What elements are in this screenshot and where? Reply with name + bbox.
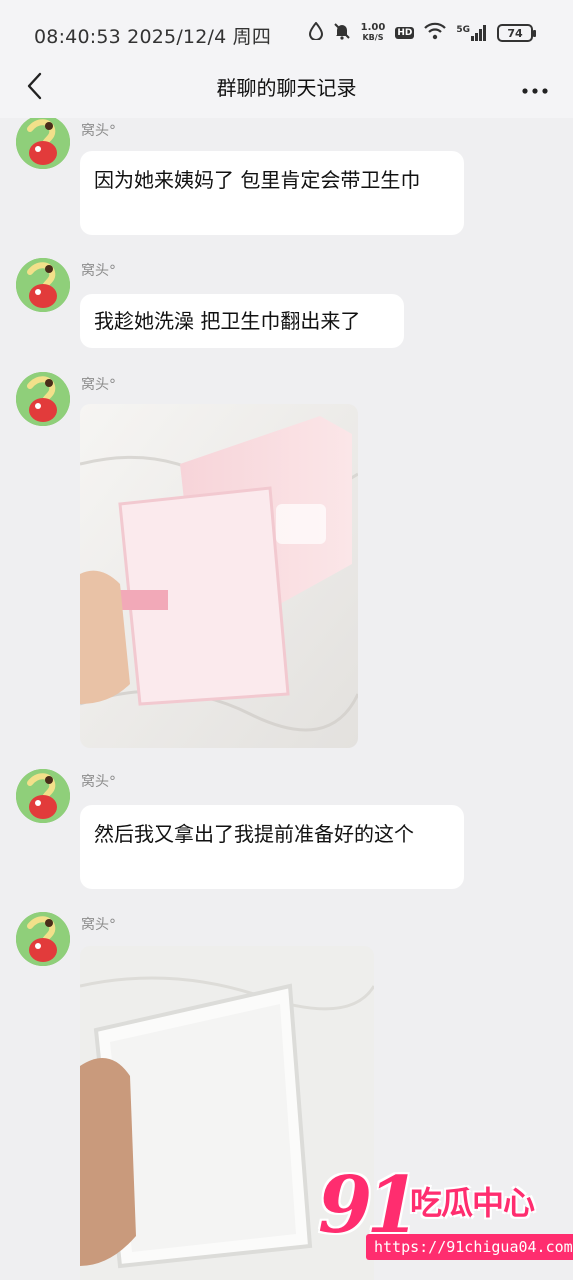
avatar[interactable] (16, 372, 70, 426)
status-bar: 08:40:53 2025/12/4 周四 1.00 KB/S HD 5G 74 (0, 0, 573, 66)
sender-name: 窝头° (81, 263, 116, 279)
network-speed: 1.00 KB/S (360, 22, 386, 43)
battery-indicator: 74 (497, 24, 536, 42)
avatar[interactable] (16, 769, 70, 823)
watermark-name: 吃瓜中心 (410, 1184, 535, 1222)
page-title: 群聊的聊天记录 (216, 76, 357, 100)
message-item: 窝头° 因为她来姨妈了 包里肯定会带卫生巾 (0, 118, 573, 240)
message-item: 窝头° 然后我又拿出了我提前准备好的这个 (0, 769, 573, 894)
sender-name: 窝头° (81, 377, 116, 393)
message-bubble[interactable]: 我趁她洗澡 把卫生巾翻出来了 (80, 294, 404, 348)
watermark: 91 吃瓜中心 https://91chigua04.com (318, 1160, 573, 1264)
message-item: 窝头° 我趁她洗澡 把卫生巾翻出来了 (0, 258, 573, 353)
sender-name: 窝头° (81, 123, 116, 139)
status-time: 08:40:53 2025/12/4 周四 (34, 26, 272, 48)
mute-bell-icon (333, 22, 351, 44)
more-button[interactable] (515, 68, 555, 108)
hd-badge: HD (395, 27, 415, 39)
avatar[interactable] (16, 118, 70, 169)
nav-bar: 群聊的聊天记录 (0, 66, 573, 118)
message-bubble[interactable]: 因为她来姨妈了 包里肯定会带卫生巾 (80, 151, 464, 235)
message-image[interactable] (80, 404, 358, 748)
avatar[interactable] (16, 258, 70, 312)
cellular-signal-icon: 5G (456, 25, 487, 41)
message-bubble[interactable]: 然后我又拿出了我提前准备好的这个 (80, 805, 464, 889)
status-icons: 1.00 KB/S HD 5G 74 (308, 20, 536, 46)
avatar[interactable] (16, 912, 70, 966)
sender-name: 窝头° (81, 917, 116, 933)
message-item: 窝头° (0, 372, 573, 752)
wifi-icon (424, 22, 447, 44)
water-drop-icon (308, 21, 323, 44)
more-horizontal-icon (522, 79, 548, 98)
sender-name: 窝头° (81, 774, 116, 790)
watermark-url: https://91chigua04.com (366, 1234, 573, 1260)
